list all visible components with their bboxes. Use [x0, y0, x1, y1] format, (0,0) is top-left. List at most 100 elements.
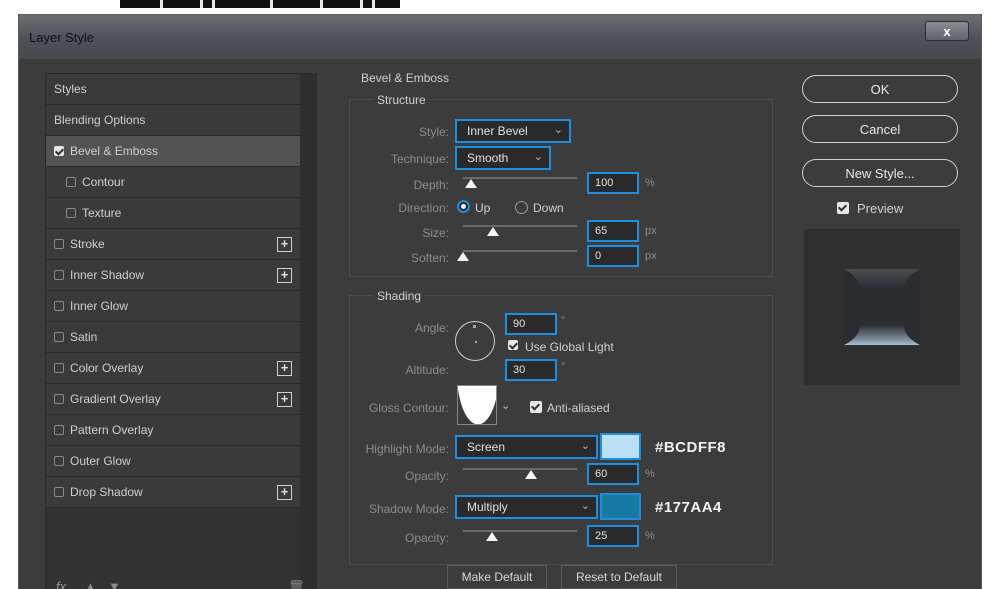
style-item-label: Pattern Overlay	[70, 423, 154, 437]
direction-label: Direction:	[398, 201, 449, 215]
ok-button[interactable]: OK	[802, 75, 958, 103]
fx-icon[interactable]: fx	[56, 579, 66, 589]
style-item-contour[interactable]: Contour	[46, 167, 300, 198]
shadow-hex-label: #177AA4	[655, 499, 722, 516]
add-effect-icon[interactable]: +	[277, 484, 292, 500]
depth-input[interactable]: 100	[587, 172, 639, 194]
style-checkbox[interactable]	[54, 270, 64, 280]
gloss-contour-picker[interactable]	[457, 385, 497, 425]
style-item-blending-options[interactable]: Blending Options	[46, 105, 300, 136]
style-item-label: Styles	[54, 82, 87, 96]
soften-slider-thumb[interactable]	[457, 252, 469, 261]
highlight-opacity-slider[interactable]	[463, 468, 577, 470]
shadow-mode-dropdown[interactable]: Multiply ⌄	[455, 495, 598, 519]
style-checkbox[interactable]	[54, 301, 64, 311]
style-checkbox[interactable]	[66, 208, 76, 218]
trash-icon[interactable]: 🗑	[288, 579, 305, 589]
style-item-stroke[interactable]: Stroke +	[46, 229, 300, 260]
technique-dropdown[interactable]: Smooth ⌄	[455, 146, 551, 170]
depth-slider-thumb[interactable]	[464, 179, 477, 188]
soften-input[interactable]: 0	[587, 245, 639, 267]
style-item-satin[interactable]: Satin	[46, 322, 300, 353]
style-item-styles[interactable]: Styles	[46, 74, 300, 105]
style-checkbox[interactable]	[54, 239, 64, 249]
style-item-pattern-overlay[interactable]: Pattern Overlay	[46, 415, 300, 446]
size-slider[interactable]	[463, 225, 577, 227]
depth-unit: %	[645, 177, 655, 189]
direction-down-radio[interactable]	[515, 201, 528, 214]
style-item-bevel-emboss[interactable]: Bevel & Emboss	[46, 136, 300, 167]
global-light-label: Use Global Light	[525, 340, 614, 354]
add-effect-icon[interactable]: +	[277, 267, 292, 283]
add-effect-icon[interactable]: +	[277, 391, 292, 407]
size-input[interactable]: 65	[587, 220, 639, 242]
preview-checkbox[interactable]	[837, 202, 849, 214]
shadow-opacity-input[interactable]: 25	[587, 525, 639, 547]
layer-style-dialog: Layer Style x Styles Blending Options Beve…	[18, 14, 982, 589]
angle-indicator	[473, 325, 476, 328]
anti-aliased-checkbox[interactable]	[530, 401, 542, 413]
style-checkbox[interactable]	[54, 363, 64, 373]
direction-up-label: Up	[475, 201, 491, 215]
style-item-label: Contour	[82, 175, 125, 189]
style-item-label: Inner Glow	[70, 299, 129, 313]
shadow-mode-label: Shadow Mode:	[368, 502, 449, 516]
style-item-label: Color Overlay	[70, 361, 144, 375]
highlight-mode-dropdown[interactable]: Screen ⌄	[455, 435, 598, 459]
move-up-icon[interactable]: ▲	[84, 579, 97, 589]
depth-slider[interactable]	[463, 177, 577, 179]
anti-aliased-label: Anti-aliased	[547, 401, 610, 415]
cancel-button[interactable]: Cancel	[802, 115, 958, 143]
style-label: Style:	[418, 125, 449, 139]
styles-scrollbar[interactable]	[300, 74, 317, 589]
technique-value: Smooth	[467, 151, 509, 165]
chevron-down-icon: ⌄	[580, 500, 590, 512]
reset-to-default-button[interactable]: Reset to Default	[561, 565, 677, 589]
style-item-outer-glow[interactable]: Outer Glow	[46, 446, 300, 477]
soften-slider[interactable]	[463, 250, 577, 252]
style-item-texture[interactable]: Texture	[46, 198, 300, 229]
shadow-color-swatch[interactable]	[600, 493, 641, 520]
chevron-down-icon: ⌄	[580, 440, 590, 452]
move-down-icon[interactable]: ▼	[108, 579, 121, 589]
close-button[interactable]: x	[925, 21, 969, 41]
soften-unit: px	[645, 250, 657, 262]
add-effect-icon[interactable]: +	[277, 360, 292, 376]
style-checkbox[interactable]	[54, 456, 64, 466]
highlight-mode-label: Highlight Mode:	[365, 442, 449, 456]
shadow-opacity-slider[interactable]	[463, 530, 577, 532]
style-item-inner-glow[interactable]: Inner Glow	[46, 291, 300, 322]
size-label: Size:	[422, 226, 449, 240]
highlight-color-swatch[interactable]	[600, 433, 641, 460]
style-checkbox[interactable]	[54, 146, 64, 156]
shadow-opacity-unit: %	[645, 530, 655, 542]
structure-title: Structure	[373, 93, 430, 107]
angle-input[interactable]: 90	[505, 313, 557, 335]
style-item-color-overlay[interactable]: Color Overlay +	[46, 353, 300, 384]
style-checkbox[interactable]	[54, 425, 64, 435]
highlight-opacity-input[interactable]: 60	[587, 463, 639, 485]
styles-footer: fx ▲ ▼ 🗑	[56, 579, 306, 589]
shadow-opacity-thumb[interactable]	[485, 532, 498, 541]
highlight-opacity-thumb[interactable]	[525, 470, 538, 479]
altitude-input[interactable]: 30	[505, 359, 557, 381]
style-dropdown[interactable]: Inner Bevel ⌄	[455, 119, 571, 143]
style-item-drop-shadow[interactable]: Drop Shadow +	[46, 477, 300, 508]
direction-up-radio[interactable]	[457, 200, 470, 213]
make-default-button[interactable]: Make Default	[447, 565, 547, 589]
new-style-button[interactable]: New Style...	[802, 159, 958, 187]
global-light-checkbox[interactable]	[508, 340, 518, 350]
style-checkbox[interactable]	[54, 487, 64, 497]
style-item-inner-shadow[interactable]: Inner Shadow +	[46, 260, 300, 291]
highlight-opacity-unit: %	[645, 468, 655, 480]
style-checkbox[interactable]	[54, 394, 64, 404]
style-checkbox[interactable]	[66, 177, 76, 187]
angle-dial[interactable]	[455, 321, 495, 361]
gloss-chevron-down-icon[interactable]: ⌄	[501, 399, 510, 412]
size-slider-thumb[interactable]	[486, 227, 499, 236]
style-item-gradient-overlay[interactable]: Gradient Overlay +	[46, 384, 300, 415]
style-checkbox[interactable]	[54, 332, 64, 342]
depth-label: Depth:	[413, 178, 449, 192]
add-effect-icon[interactable]: +	[277, 236, 292, 252]
bevel-section-title: Bevel & Emboss	[361, 71, 450, 85]
